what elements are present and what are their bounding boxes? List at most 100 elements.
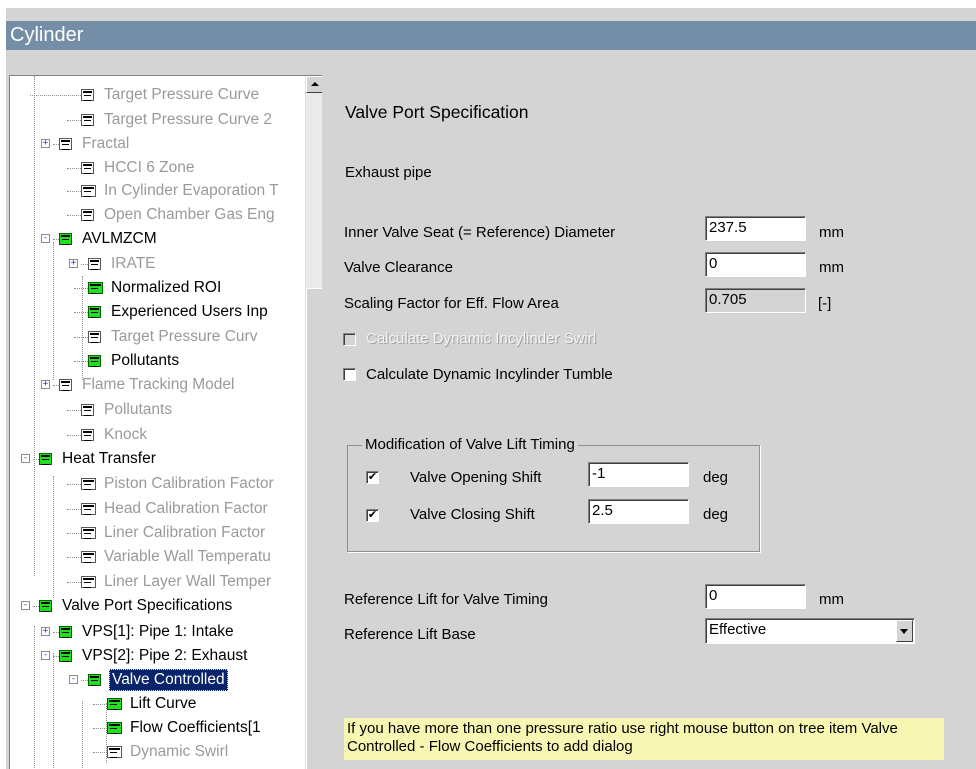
- reference-lift-base-label: Reference Lift Base: [344, 626, 476, 643]
- tree-connector: [67, 509, 81, 510]
- tree-item-label: Liner Layer Wall Temper: [104, 573, 272, 590]
- green-sheet-icon: [39, 600, 52, 612]
- reference-lift-input[interactable]: 0: [705, 584, 806, 609]
- green-sheet-icon: [59, 233, 72, 245]
- tree-item-label: Dynamic Swirl: [130, 743, 229, 760]
- scroll-up-arrow-icon[interactable]: [306, 76, 322, 93]
- tree-panel[interactable]: Target Pressure Curve Target Pressure Cur…: [9, 75, 322, 769]
- table-icon: [81, 503, 96, 515]
- tree-line: [34, 626, 35, 769]
- tree-line: [53, 242, 54, 380]
- cylinder-window: Cylinder Target Pressure Curve Target Pre…: [6, 8, 976, 769]
- tree-connector: [67, 484, 81, 485]
- tree-item-label: Flame Tracking Model: [82, 376, 235, 393]
- tree-connector: [81, 680, 88, 681]
- sheet-icon: [81, 114, 94, 126]
- sheet-icon: [59, 138, 72, 150]
- tree-item-label: Target Pressure Curve: [104, 86, 260, 103]
- tree-line: [53, 476, 54, 598]
- expand-icon[interactable]: +: [41, 627, 50, 636]
- opening-shift-input[interactable]: -1: [588, 462, 689, 487]
- tree-connector: [81, 264, 88, 265]
- table-icon: [81, 576, 96, 588]
- scroll-thumb[interactable]: [306, 288, 322, 769]
- collapse-icon[interactable]: -: [21, 601, 30, 610]
- sheet-icon: [81, 89, 94, 101]
- dynamic-swirl-checkbox[interactable]: [343, 333, 356, 346]
- scaling-factor-field: 0.705: [705, 288, 806, 313]
- reference-lift-base-select[interactable]: Effective: [705, 618, 915, 644]
- sheet-icon: [81, 429, 94, 441]
- sheet-icon: [81, 162, 94, 174]
- collapse-icon[interactable]: -: [21, 454, 30, 463]
- tree-connector: [67, 168, 81, 169]
- page-title: Valve Port Specification: [345, 102, 529, 122]
- sheet-icon: [81, 404, 94, 416]
- sheet-icon: [88, 258, 101, 270]
- tree-line: [34, 76, 35, 576]
- sheet-icon: [59, 379, 72, 391]
- reference-lift-unit: mm: [819, 591, 844, 608]
- opening-shift-label: Valve Opening Shift: [410, 469, 542, 486]
- collapse-icon[interactable]: -: [41, 651, 50, 660]
- reference-lift-label: Reference Lift for Valve Timing: [344, 591, 548, 608]
- collapse-icon[interactable]: -: [69, 675, 78, 684]
- tree-item-label: Valve Port Specifications: [62, 597, 233, 614]
- tree-view: Target Pressure Curve Target Pressure Cur…: [10, 76, 306, 769]
- chevron-down-icon[interactable]: [896, 620, 913, 642]
- tree-item-label: Piston Calibration Factor: [104, 475, 274, 492]
- table-icon: [81, 527, 96, 539]
- green-sheet-icon: [39, 453, 52, 465]
- tree-connector: [67, 533, 81, 534]
- green-table-icon: [107, 722, 122, 734]
- tree-item-label: AVLMZCM: [82, 230, 157, 247]
- tree-item-label: IRATE: [111, 255, 156, 272]
- tree-item-label: Valve Controlled: [109, 669, 228, 691]
- tree-connector: [67, 557, 81, 558]
- tree-item-label: Normalized ROI: [111, 279, 222, 296]
- dynamic-tumble-label: Calculate Dynamic Incylinder Tumble: [366, 366, 613, 383]
- opening-shift-unit: deg: [703, 469, 729, 486]
- green-sheet-icon: [88, 355, 101, 367]
- tree-item-label: VPS[1]: Pipe 1: Intake: [82, 623, 234, 640]
- green-table-icon: [107, 698, 122, 710]
- tree-connector: [93, 752, 107, 753]
- tree-line: [53, 653, 54, 769]
- tree-item-label: Head Calibration Factor: [104, 500, 268, 517]
- window-title: Cylinder: [6, 21, 976, 50]
- tree-connector: [67, 582, 81, 583]
- dynamic-tumble-checkbox[interactable]: [343, 368, 356, 381]
- tree-connector: [67, 191, 81, 192]
- expand-icon[interactable]: +: [41, 139, 50, 148]
- opening-shift-checkbox[interactable]: ✔: [366, 471, 379, 484]
- valve-lift-timing-group: Modification of Valve Lift Timing ✔ Valv…: [347, 436, 760, 552]
- hint-box: If you have more than one pressure ratio…: [344, 718, 944, 760]
- green-table-icon: [88, 282, 103, 294]
- tree-item-label: HCCI 6 Zone: [104, 159, 195, 176]
- collapse-icon[interactable]: -: [41, 234, 50, 243]
- tree-item-label: Knock: [104, 426, 148, 443]
- green-sheet-icon: [59, 650, 72, 662]
- tree-item-label: Open Chamber Gas Eng: [104, 206, 275, 223]
- tree-item-label: Target Pressure Curve 2: [104, 111, 272, 128]
- tree-connector: [67, 410, 81, 411]
- inner-diameter-input[interactable]: 237.5: [705, 216, 806, 241]
- table-icon: [81, 478, 96, 490]
- valve-clearance-input[interactable]: 0: [705, 252, 806, 277]
- group-title: Modification of Valve Lift Timing: [362, 436, 578, 454]
- tree-item-label: Flow Coefficients[1: [130, 719, 261, 736]
- valve-clearance-unit: mm: [819, 259, 844, 276]
- reference-lift-base-value: Effective: [709, 621, 767, 638]
- tree-item-label: Target Pressure Curv: [111, 328, 258, 345]
- tree-item-label: Lift Curve: [130, 695, 197, 712]
- closing-shift-label: Valve Closing Shift: [410, 506, 535, 523]
- tree-item-label: Pollutants: [111, 352, 180, 369]
- closing-shift-input[interactable]: 2.5: [588, 499, 689, 524]
- expand-icon[interactable]: +: [69, 259, 78, 268]
- closing-shift-unit: deg: [703, 506, 729, 523]
- inner-diameter-label: Inner Valve Seat (= Reference) Diameter: [344, 224, 616, 241]
- expand-icon[interactable]: +: [41, 380, 50, 389]
- tree-scrollbar[interactable]: [305, 76, 322, 769]
- tree-connector: [74, 312, 88, 313]
- closing-shift-checkbox[interactable]: ✔: [366, 509, 379, 522]
